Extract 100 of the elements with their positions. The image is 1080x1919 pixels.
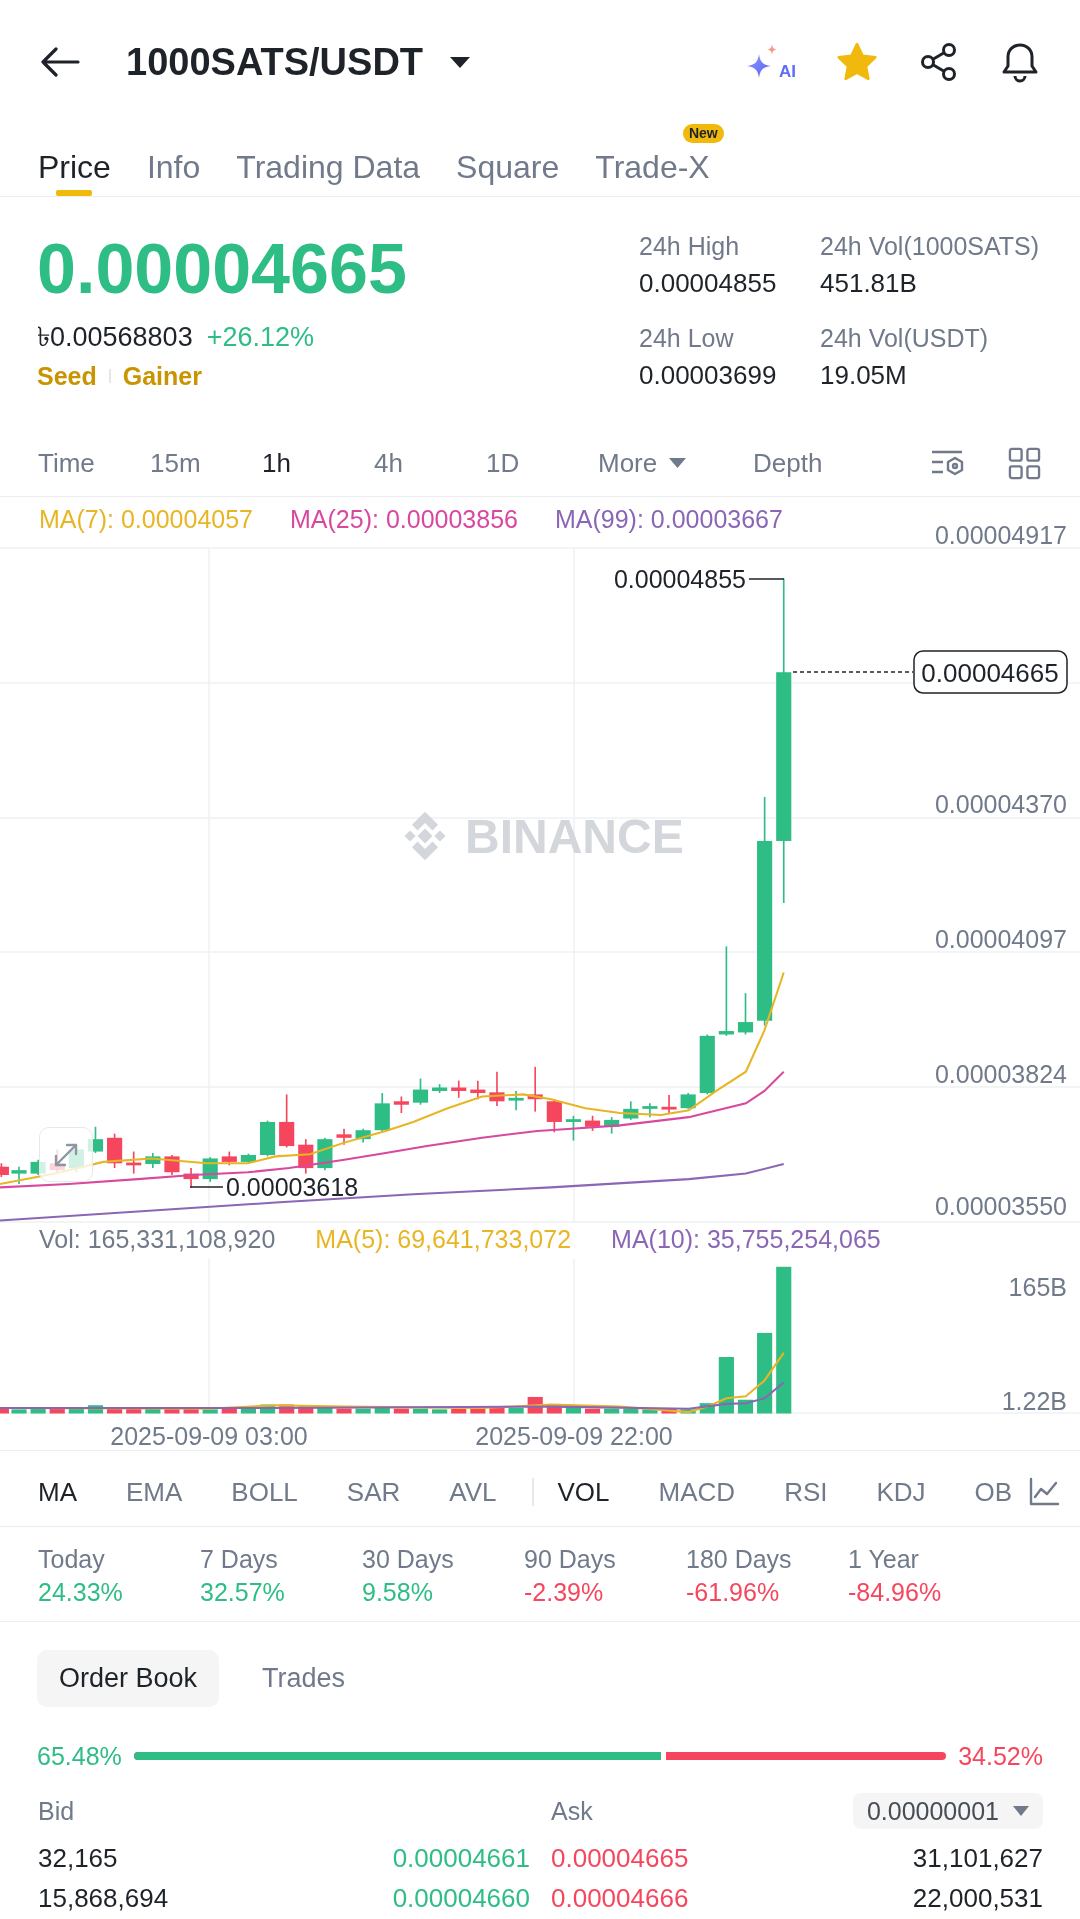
volume-bar [604,1408,620,1414]
volume-bar [202,1409,218,1414]
volume-bar [680,1409,696,1414]
caret-icon [1013,1806,1029,1816]
ask-column-header: Ask [551,1796,593,1826]
tag-label[interactable]: Gainer [122,358,202,394]
precision-dropdown[interactable]: 0.00000001 [852,1793,1043,1829]
indicator-tab[interactable]: SAR [346,1475,401,1508]
indicator-tab[interactable]: RSI [784,1475,828,1508]
period-change: 9.58% [362,1577,433,1607]
indicator-tab[interactable]: MA [38,1475,77,1508]
indicator-tab[interactable]: BOLL [231,1475,298,1508]
candlestick [126,1150,142,1175]
volume-bar [585,1408,601,1414]
period-label: 90 Days [524,1544,616,1574]
interval-tab[interactable]: More [598,446,687,480]
interval-tab[interactable]: 1D [486,446,520,480]
bid-share: 65.48% [37,1741,122,1771]
time-axis-label: 2025-09-09 22:00 [475,1422,673,1450]
period-label: 7 Days [200,1544,278,1574]
page-tab[interactable]: Square [456,124,560,196]
candlestick [585,1114,601,1132]
bell-icon[interactable] [1000,41,1040,83]
stat-value: 0.00003699 [639,359,778,392]
interval-tab[interactable]: Time [38,446,95,480]
candlestick [259,1119,276,1158]
low-price-marker: 0.00003618 [226,1173,359,1201]
volume-bar [11,1409,27,1414]
price-axis-label: 0.00003550 [934,1192,1067,1220]
indicator-tab[interactable]: KDJ [876,1475,926,1508]
last-price: 0.00004665 [37,229,407,310]
volume-bar [259,1404,276,1414]
price-axis-label: 0.00004097 [934,925,1067,953]
expand-button[interactable] [39,1127,93,1182]
caret-icon [449,55,472,69]
candlestick [145,1152,161,1169]
candlestick [240,1152,256,1165]
back-arrow-icon[interactable] [40,47,80,77]
candlestick [508,1090,524,1112]
indicator-tab[interactable]: AVL [449,1475,497,1508]
bid-column-header: Bid [38,1796,75,1826]
period-change: -84.96% [848,1577,942,1607]
interval-tab[interactable]: Depth [753,446,823,480]
pair-selector[interactable]: 1000SATS/USDT [126,39,472,85]
candlestick [11,1165,27,1185]
indicator-tab[interactable]: MACD [658,1475,736,1508]
volume-bar [355,1408,371,1414]
period-label: 180 Days [686,1544,792,1574]
page-tab[interactable]: Info [146,124,201,196]
volume-bar [336,1408,352,1414]
candlestick [623,1100,639,1121]
indicator-tab[interactable]: OB [974,1475,1013,1508]
new-badge: New [682,124,724,143]
candlestick [279,1093,295,1149]
volume-bar [432,1409,448,1414]
volume-bar [0,1408,9,1414]
candlestick [451,1079,467,1099]
local-currency-price: ৳0.00568803 [37,321,193,354]
candlestick [680,1092,696,1110]
star-icon[interactable] [836,41,878,83]
list-settings-icon[interactable] [930,448,966,478]
volume-bar [279,1404,295,1414]
line-chart-icon[interactable] [1028,1476,1060,1507]
volume-bar [642,1409,658,1414]
candlestick [107,1132,123,1169]
last-price-tag: 0.00004665 [913,650,1068,694]
stat-value: 19.05M [820,359,908,392]
ma-legend-text: MA(7): 0.00004057 [39,505,254,533]
volume-bar [68,1408,84,1414]
candlestick [642,1102,658,1118]
volume-bar [183,1408,199,1414]
stat-label: 24h Vol(1000SATS) [820,231,1041,262]
ask-share: 34.52% [958,1741,1043,1771]
volume-bar [240,1408,256,1414]
volume-bar [164,1408,180,1414]
interval-tab[interactable]: 4h [374,446,403,480]
indicator-tab[interactable]: EMA [126,1475,183,1508]
grid-icon[interactable] [1008,446,1041,480]
volume-bar [451,1408,467,1414]
page-tab[interactable]: Price [38,124,111,196]
period-change: 32.57% [200,1577,285,1607]
volume-bar [661,1408,677,1414]
tag-label[interactable]: Seed [37,358,97,394]
candlestick [661,1094,677,1114]
interval-tab[interactable]: 15m [150,446,201,480]
ask-amount: 31,101,627 [912,1843,1043,1873]
candlestick [355,1128,371,1144]
order-book-tab[interactable]: Trades [240,1650,368,1707]
page-tab[interactable]: Trading Data [236,124,421,196]
volume-bar [565,1405,581,1414]
ai-button[interactable]: AI [745,42,796,82]
stat-label: 24h Low [639,323,735,354]
volume-bar [699,1403,715,1414]
order-book-tab[interactable]: Order Book [37,1650,220,1707]
interval-tab[interactable]: 1h [262,446,291,480]
time-axis-label: 2025-09-09 03:00 [110,1422,308,1450]
volume-bar [145,1408,161,1414]
candlestick [489,1070,505,1107]
candlestick [374,1092,390,1134]
indicator-tab[interactable]: VOL [557,1475,610,1508]
